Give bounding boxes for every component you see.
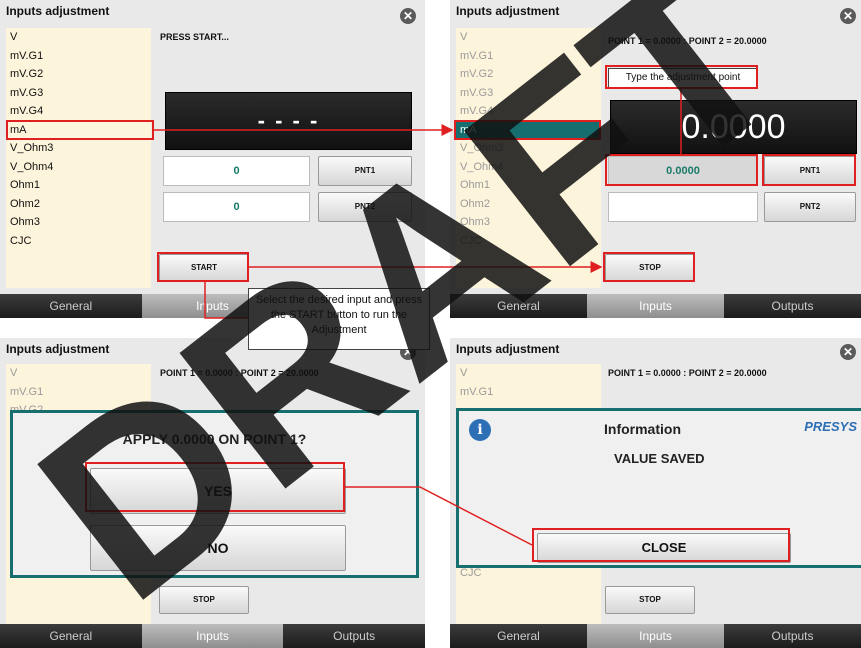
stop-button[interactable]: STOP <box>605 254 695 282</box>
tab-inputs[interactable]: Inputs <box>587 624 724 648</box>
start-button[interactable]: START <box>159 254 249 282</box>
input-item-mv-g1[interactable]: mV.G1 <box>6 383 151 402</box>
input-item-ohm1[interactable]: Ohm1 <box>6 176 151 195</box>
input-item-mv-g3[interactable]: mV.G3 <box>6 84 151 103</box>
tab-inputs[interactable]: Inputs <box>141 624 284 648</box>
input-item-ohm2[interactable]: Ohm2 <box>456 195 601 214</box>
pnt1-button[interactable]: PNT1 <box>764 156 856 186</box>
page-title: Inputs adjustment <box>456 4 560 18</box>
input-item-ohm3[interactable]: Ohm3 <box>6 213 151 232</box>
input-item-ohm2[interactable]: Ohm2 <box>6 195 151 214</box>
tab-general[interactable]: General <box>0 294 142 318</box>
panel-type-point: Inputs adjustment ✕ V mV.G1 mV.G2 mV.G3 … <box>450 0 861 318</box>
tab-bar: General Inputs Outputs <box>450 624 861 648</box>
value-display: - - - - <box>165 92 412 150</box>
input-item-v[interactable]: V <box>6 364 151 383</box>
point2-field[interactable] <box>608 192 758 222</box>
status-text: PRESS START... <box>160 32 229 42</box>
tab-bar: General Inputs Outputs <box>450 294 861 318</box>
stop-button[interactable]: STOP <box>605 586 695 614</box>
input-item-v-ohm4[interactable]: V_Ohm4 <box>6 158 151 177</box>
pnt2-button[interactable]: PNT2 <box>318 192 412 222</box>
input-item-ohm3[interactable]: Ohm3 <box>456 213 601 232</box>
input-item-cjc[interactable]: CJC <box>6 232 151 251</box>
input-item-ohm1[interactable]: Ohm1 <box>456 176 601 195</box>
point1-field[interactable]: 0 <box>163 156 310 186</box>
display-value: 0.0000 <box>681 108 786 146</box>
status-text: POINT 1 = 0.0000 : POINT 2 = 20.0000 <box>608 36 767 46</box>
pnt2-button[interactable]: PNT2 <box>764 192 856 222</box>
tooltip-type-point: Type the adjustment point <box>608 68 758 88</box>
status-text: POINT 1 = 0.0000 : POINT 2 = 20.0000 <box>160 368 319 378</box>
tab-outputs[interactable]: Outputs <box>724 294 861 318</box>
tab-outputs[interactable]: Outputs <box>724 624 861 648</box>
input-item-mv-g2[interactable]: mV.G2 <box>6 65 151 84</box>
page-title: Inputs adjustment <box>456 342 560 356</box>
close-icon[interactable]: ✕ <box>400 8 416 24</box>
confirm-dialog: APPLY 0.0000 ON POINT 1? YES NO <box>10 410 419 578</box>
tab-outputs[interactable]: Outputs <box>283 624 425 648</box>
input-item-v-ohm4[interactable]: V_Ohm4 <box>456 158 601 177</box>
page-title: Inputs adjustment <box>6 342 110 356</box>
page-title: Inputs adjustment <box>6 4 110 18</box>
instruction-callout: Select the desired input and press the S… <box>248 288 430 350</box>
point2-field[interactable]: 0 <box>163 192 310 222</box>
input-item-v[interactable]: V <box>6 28 151 47</box>
tab-general[interactable]: General <box>450 624 587 648</box>
input-item-mv-g1[interactable]: mV.G1 <box>456 47 601 66</box>
brand-logo: PRESYS <box>804 419 857 434</box>
tab-general[interactable]: General <box>0 624 142 648</box>
no-button[interactable]: NO <box>90 525 346 571</box>
pnt1-button[interactable]: PNT1 <box>318 156 412 186</box>
input-list: V mV.G1 mV.G2 mV.G3 mV.G4 mA V_Ohm3 V_Oh… <box>6 28 151 288</box>
input-item-mv-g1[interactable]: mV.G1 <box>6 47 151 66</box>
input-item-cjc[interactable]: CJC <box>456 232 601 251</box>
status-text: POINT 1 = 0.0000 : POINT 2 = 20.0000 <box>608 368 767 378</box>
input-item-mv-g3[interactable]: mV.G3 <box>456 84 601 103</box>
input-item-ma[interactable]: mA <box>6 121 151 140</box>
input-item-mv-g4[interactable]: mV.G4 <box>6 102 151 121</box>
input-item-v[interactable]: V <box>456 364 601 383</box>
input-item-mv-g4[interactable]: mV.G4 <box>456 102 601 121</box>
close-button[interactable]: CLOSE <box>537 533 791 563</box>
info-message: VALUE SAVED <box>614 451 705 466</box>
tab-inputs[interactable]: Inputs <box>587 294 724 318</box>
input-list: V mV.G1 mV.G2 mV.G3 mV.G4 mA V_Ohm3 V_Oh… <box>456 28 601 288</box>
display-value: - - - - <box>257 108 320 133</box>
close-icon[interactable]: ✕ <box>840 344 856 360</box>
info-icon: i <box>469 419 491 441</box>
yes-button[interactable]: YES <box>90 468 346 514</box>
tab-bar: General Inputs Outputs <box>0 624 425 648</box>
stop-button[interactable]: STOP <box>159 586 249 614</box>
input-item-ma-selected[interactable]: mA <box>456 120 601 139</box>
input-item-mv-g1[interactable]: mV.G1 <box>456 383 601 402</box>
close-icon[interactable]: ✕ <box>840 8 856 24</box>
info-dialog: i Information PRESYS VALUE SAVED CLOSE <box>456 408 861 568</box>
input-item-v-ohm3[interactable]: V_Ohm3 <box>6 139 151 158</box>
point1-field[interactable]: 0.0000 <box>608 156 758 186</box>
tab-general[interactable]: General <box>450 294 587 318</box>
dialog-question: APPLY 0.0000 ON POINT 1? <box>122 431 307 447</box>
value-display: 0.0000 <box>610 100 857 154</box>
input-item-v-ohm3[interactable]: V_Ohm3 <box>456 139 601 158</box>
info-title: Information <box>604 421 681 437</box>
input-item-v[interactable]: V <box>456 28 601 47</box>
panel-select-input: Inputs adjustment ✕ V mV.G1 mV.G2 mV.G3 … <box>0 0 425 318</box>
input-item-mv-g2[interactable]: mV.G2 <box>456 65 601 84</box>
